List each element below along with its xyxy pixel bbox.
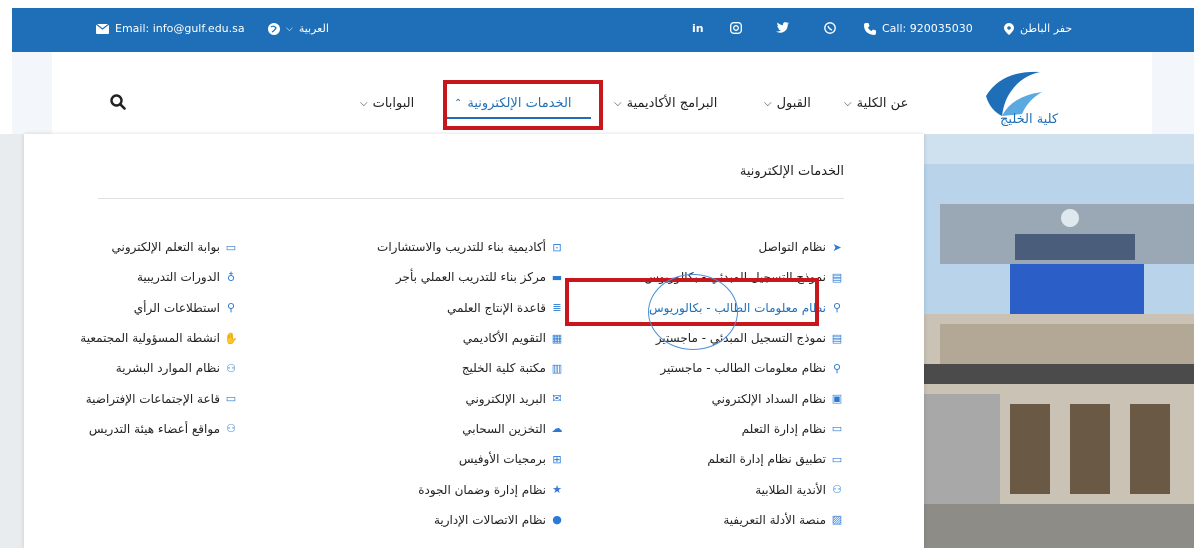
person-icon: ⚲	[832, 361, 842, 375]
search-icon: ⚲	[226, 301, 236, 315]
nav-academic-programs[interactable]: البرامج الأكاديمية ⌵	[614, 96, 717, 111]
menu-item-research-db[interactable]: ≣ قاعدة الإنتاج العلمي	[377, 293, 564, 323]
menu-item-sis-master[interactable]: ⚲ نظام معلومات الطالب - ماجستير	[644, 353, 844, 383]
form-icon: ▤	[831, 270, 843, 284]
menu-item-admin-comms[interactable]: ● نظام الاتصالات الإدارية	[377, 505, 564, 535]
group-icon: ⚇	[832, 483, 842, 497]
highlight-box-nav	[443, 80, 603, 130]
laptop-icon: ▭	[225, 240, 237, 254]
star-icon: ★	[552, 483, 562, 497]
menu-item-contact-system[interactable]: ➤ نظام التواصل	[644, 232, 844, 262]
database-icon: ≣	[552, 301, 562, 315]
menu-item-office[interactable]: ⊞ برمجيات الأوفيس	[377, 444, 564, 474]
handshake-icon: ✋	[224, 331, 238, 345]
phone-icon	[864, 22, 876, 35]
chevron-down-icon: ⌵	[764, 98, 772, 109]
menu-column-2: ⊡ أكاديمية بناء للتدريب والاستشارات ▬ مركز…	[377, 232, 564, 535]
faculty-icon: ⚇	[226, 422, 236, 436]
users-icon: ⚇	[226, 361, 236, 375]
search-button[interactable]	[110, 94, 126, 114]
envelope-icon	[96, 23, 109, 34]
email-link[interactable]: Email: info@gulf.edu.sa	[96, 22, 245, 35]
college-logo[interactable]: كلية الخليج	[982, 66, 1066, 134]
nav-about[interactable]: عن الكلية ⌵	[844, 96, 908, 111]
whatsapp-link[interactable]	[824, 22, 836, 34]
menu-item-academic-calendar[interactable]: ▦ التقويم الأكاديمي	[377, 323, 564, 353]
menu-item-bina-academy[interactable]: ⊡ أكاديمية بناء للتدريب والاستشارات	[377, 232, 564, 262]
menu-column-3: ▭ بوابة التعلم الإلكتروني ♁ الدورات التدري…	[80, 232, 238, 444]
top-bar: Email: info@gulf.edu.sa ⌵ العربية in Cal…	[12, 8, 1194, 52]
chevron-down-icon: ⌵	[614, 98, 622, 109]
certificate-icon: ♁	[226, 270, 236, 284]
location-pin-icon	[1004, 22, 1014, 35]
menu-item-library[interactable]: ▥ مكتبة كلية الخليج	[377, 353, 564, 383]
page-background	[0, 134, 24, 548]
menu-item-hr[interactable]: ⚇ نظام الموارد البشرية	[80, 353, 238, 383]
linkedin-link[interactable]: in	[692, 22, 704, 35]
twitter-link[interactable]	[776, 22, 789, 33]
chevron-down-icon: ⌵	[360, 98, 368, 109]
menu-item-guides-platform[interactable]: ▨ منصة الأدلة التعريفية	[644, 505, 844, 535]
menu-item-faculty-sites[interactable]: ⚇ مواقع أعضاء هيئة التدريس	[80, 414, 238, 444]
menu-item-email[interactable]: ✉ البريد الإلكتروني	[377, 383, 564, 413]
nav-portals[interactable]: البوابات ⌵	[360, 96, 414, 111]
call-link[interactable]: Call: 920035030	[864, 22, 973, 35]
instagram-icon	[730, 22, 742, 34]
teacher-icon: ▭	[831, 452, 843, 466]
screen-icon: ▭	[225, 392, 237, 406]
search-icon	[110, 94, 126, 110]
menu-item-quality[interactable]: ★ نظام إدارة وضمان الجودة	[377, 474, 564, 504]
menu-item-bina-center[interactable]: ▬ مركز بناء للتدريب العملي بأجر	[377, 262, 564, 292]
training-icon: ⊡	[552, 240, 562, 254]
menu-item-e-learning[interactable]: ▭ بوابة التعلم الإلكتروني	[80, 232, 238, 262]
calendar-icon: ▦	[551, 331, 563, 345]
menu-item-cloud-storage[interactable]: ☁ التخزين السحابي	[377, 414, 564, 444]
instagram-link[interactable]	[730, 22, 742, 34]
teacher-icon: ▭	[831, 422, 843, 436]
language-selector[interactable]: ⌵ العربية	[268, 22, 329, 35]
form-icon: ▤	[831, 331, 843, 345]
location-link[interactable]: حفر الباطن	[1004, 22, 1072, 35]
book-icon: ▥	[551, 361, 563, 375]
menu-item-csr[interactable]: ✋ انشطة المسؤولية المجتمعية	[80, 323, 238, 353]
nav-admission[interactable]: القبول ⌵	[764, 96, 811, 111]
chevron-down-icon: ⌵	[844, 98, 852, 109]
payment-icon: ▣	[831, 392, 843, 406]
send-icon: ➤	[832, 240, 842, 254]
divider	[98, 198, 844, 199]
menu-item-lms-app[interactable]: ▭ تطبيق نظام إدارة التعلم	[644, 444, 844, 474]
menu-item-lms[interactable]: ▭ نظام إدارة التعلم	[644, 414, 844, 444]
globe-icon	[268, 22, 280, 35]
twitter-icon	[776, 22, 789, 33]
mail-icon: ✉	[552, 392, 562, 406]
menu-item-e-payment[interactable]: ▣ نظام السداد الإلكتروني	[644, 383, 844, 413]
e-services-dropdown: الخدمات الإلكترونية ➤ نظام التواصل ▤ نموذج…	[24, 134, 924, 548]
highlight-circle	[648, 274, 738, 350]
whatsapp-icon	[824, 22, 836, 34]
image-icon: ▨	[831, 513, 843, 527]
college-building-photo	[920, 134, 1194, 548]
menu-item-student-clubs[interactable]: ⚇ الأندية الطلابية	[644, 474, 844, 504]
card-icon: ▬	[551, 270, 563, 284]
menu-item-surveys[interactable]: ⚲ استطلاعات الرأي	[80, 293, 238, 323]
chat-icon: ●	[552, 513, 562, 527]
windows-icon: ⊞	[552, 452, 562, 466]
cloud-icon: ☁	[551, 422, 563, 436]
person-icon: ⚲	[832, 301, 842, 315]
dropdown-title: الخدمات الإلكترونية	[739, 164, 844, 179]
chevron-down-icon: ⌵	[286, 23, 293, 34]
menu-item-courses[interactable]: ♁ الدورات التدريبية	[80, 262, 238, 292]
menu-item-virtual-meeting[interactable]: ▭ قاعة الإجتماعات الإفتراضية	[80, 383, 238, 413]
